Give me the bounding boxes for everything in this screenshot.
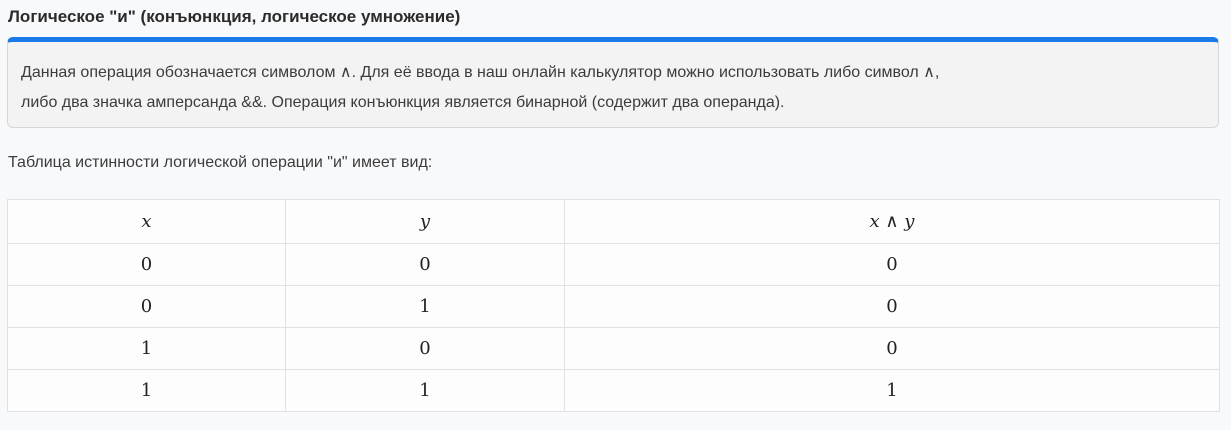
info-line-1: Данная операция обозначается символом ∧.… <box>21 64 940 81</box>
table-cell: 0 <box>7 243 286 286</box>
header-x-and-y: x ∧ y <box>564 199 1220 244</box>
truth-table: x y x ∧ y 0 0 0 0 1 0 1 0 0 1 1 1 <box>7 199 1220 412</box>
header-y: y <box>285 199 565 244</box>
info-line-2: либо два значка амперсанда &&. Операция … <box>21 94 785 111</box>
table-row: 0 0 0 <box>7 243 1220 286</box>
table-cell: 1 <box>7 369 286 412</box>
page: Логическое "и" (конъюнкция, логическое у… <box>0 0 1231 430</box>
table-header-row: x y x ∧ y <box>7 199 1220 244</box>
table-cell: 0 <box>564 243 1220 286</box>
table-cell: 0 <box>564 285 1220 328</box>
section-title: Логическое "и" (конъюнкция, логическое у… <box>8 7 461 26</box>
table-cell: 0 <box>285 327 565 370</box>
table-cell: 1 <box>285 285 565 328</box>
table-cell: 1 <box>285 369 565 412</box>
table-row: 1 1 1 <box>7 369 1220 412</box>
header-x: x <box>7 199 286 244</box>
table-cell: 0 <box>285 243 565 286</box>
table-cell: 1 <box>7 327 286 370</box>
table-row: 1 0 0 <box>7 327 1220 370</box>
truth-table-intro: Таблица истинности логической операции "… <box>8 154 433 171</box>
table-row: 0 1 0 <box>7 285 1220 328</box>
table-cell: 0 <box>7 285 286 328</box>
info-callout: Данная операция обозначается символом ∧.… <box>7 37 1219 128</box>
table-cell: 1 <box>564 369 1220 412</box>
table-cell: 0 <box>564 327 1220 370</box>
